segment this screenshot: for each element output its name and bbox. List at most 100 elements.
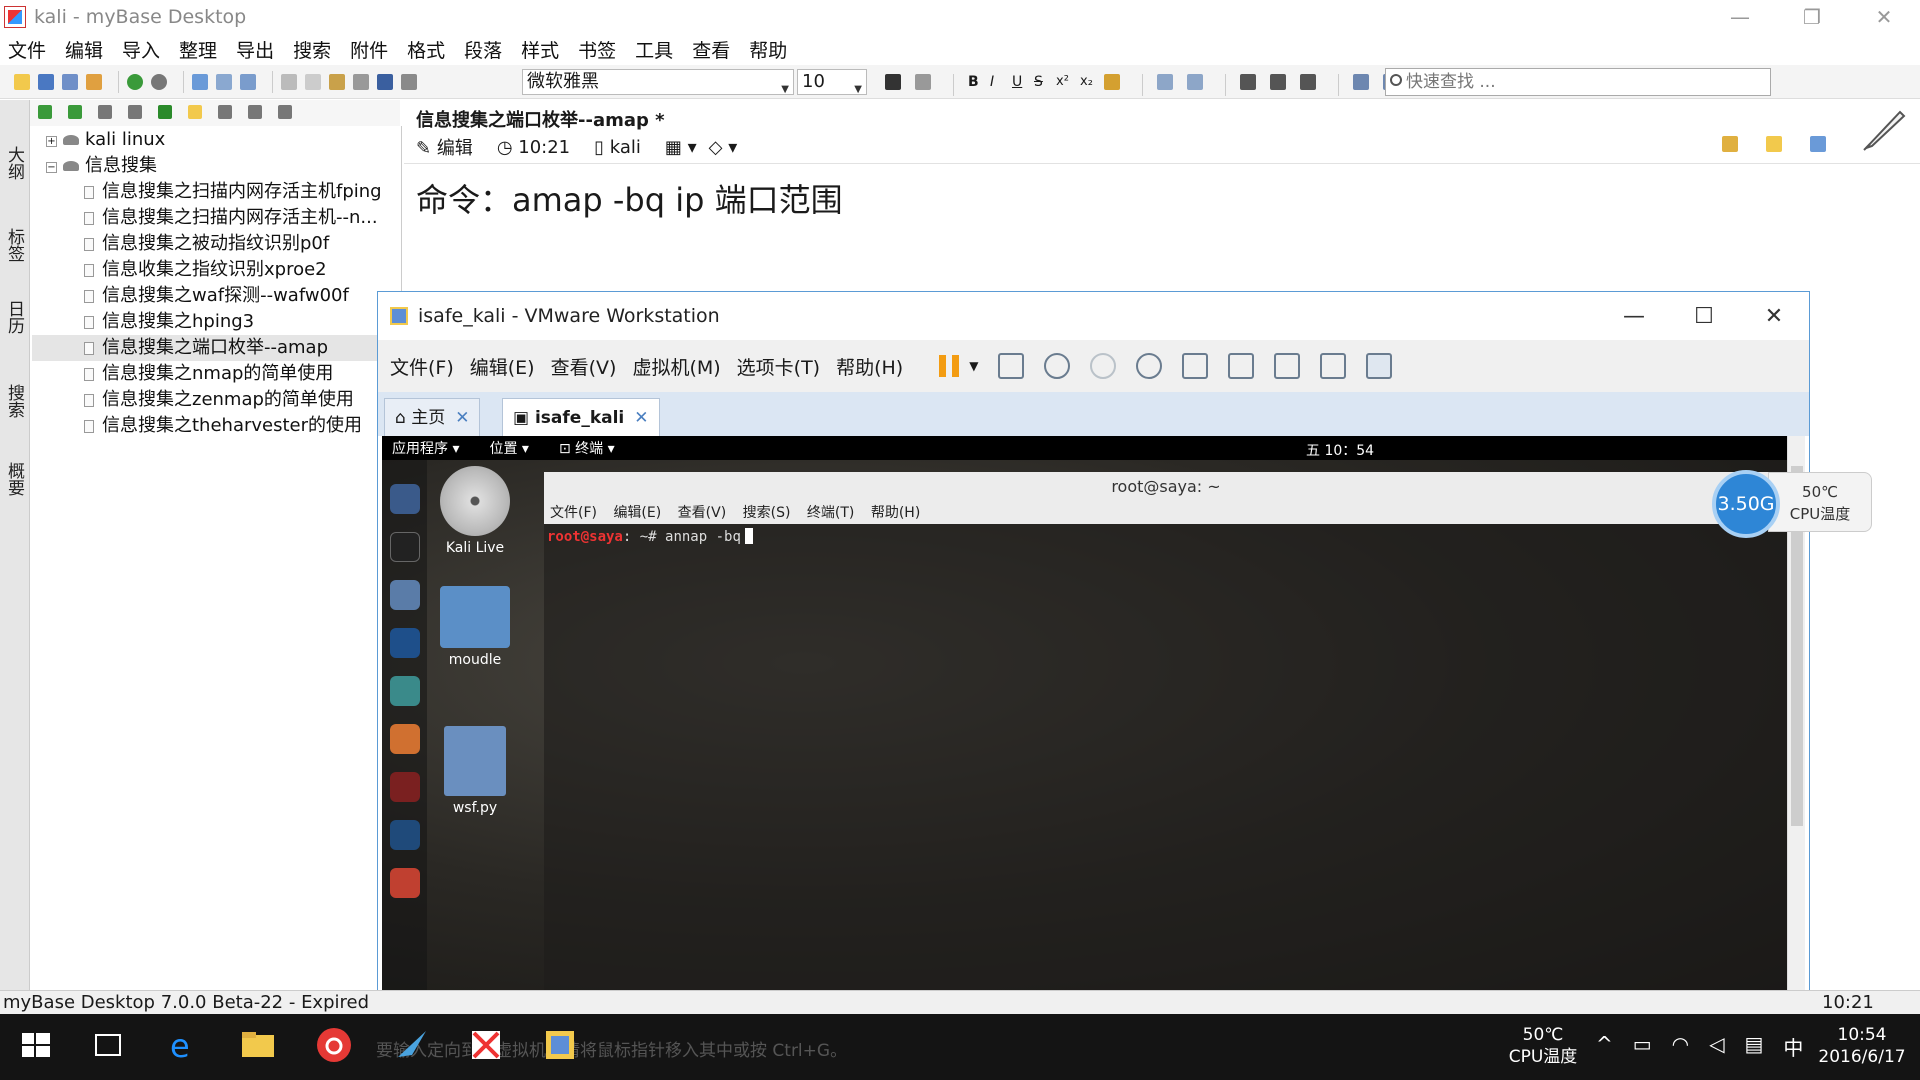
vm-menu-tabs[interactable]: 选项卡(T) xyxy=(737,353,820,380)
terminal-prompt-line[interactable]: root@saya: ~# annap -bq xyxy=(547,528,753,545)
edit-mode-button[interactable]: ✎ 编辑 xyxy=(416,134,485,160)
dock-app-icon[interactable] xyxy=(390,772,420,802)
notification-icon[interactable]: ▤ xyxy=(1745,1032,1764,1061)
undo-icon[interactable] xyxy=(377,73,393,90)
tree-tag-icon[interactable] xyxy=(248,105,262,119)
tree-item[interactable]: 信息搜集之被动指纹识别p0f xyxy=(84,231,329,257)
mybase-taskbar-icon[interactable] xyxy=(466,1025,506,1065)
guest-clock[interactable]: 五 10：54 xyxy=(1306,440,1374,460)
numbered-list-icon[interactable] xyxy=(1157,74,1173,90)
move-down-icon[interactable] xyxy=(128,105,142,119)
collapse-icon[interactable]: − xyxy=(46,162,57,173)
menu-tools[interactable]: 工具 xyxy=(635,36,673,63)
minimize-button[interactable]: — xyxy=(1704,0,1776,34)
expand-icon[interactable]: + xyxy=(46,136,57,147)
vm-menu-file[interactable]: 文件(F) xyxy=(390,353,454,380)
desktop-icon-wsf-py[interactable]: wsf.py xyxy=(430,726,520,816)
indent-icon[interactable] xyxy=(1353,74,1369,90)
dock-app-icon[interactable] xyxy=(390,820,420,850)
tray-cpu-temp[interactable]: 50℃ CPU温度 xyxy=(1498,1024,1588,1068)
maximize-button[interactable]: ❐ xyxy=(1776,0,1848,34)
fullscreen-icon[interactable] xyxy=(1274,353,1301,379)
wifi-icon[interactable]: ◠ xyxy=(1672,1032,1689,1061)
terminal-menu[interactable]: ⊡ 终端 ▾ xyxy=(559,438,615,458)
forward-icon[interactable] xyxy=(151,73,167,90)
bullet-list-icon[interactable] xyxy=(1187,74,1203,90)
copy-icon[interactable] xyxy=(305,73,321,90)
dock-burp-icon[interactable] xyxy=(390,724,420,754)
tree-node-root[interactable]: + kali linux xyxy=(46,127,165,153)
tree-link-icon[interactable] xyxy=(68,105,82,119)
terminal-window[interactable]: root@saya: ~ 文件(F) 编辑(E) 查看(V) 搜索(S) 终端(… xyxy=(544,472,1788,1004)
vm-menu-help[interactable]: 帮助(H) xyxy=(836,353,903,380)
clear-format-icon[interactable] xyxy=(1104,74,1120,90)
unity-icon[interactable] xyxy=(1320,353,1347,379)
chevron-down-icon[interactable]: ▼ xyxy=(969,359,978,373)
tab-isafe-kali[interactable]: ▣ isafe_kali ✕ xyxy=(502,398,660,436)
send-ctrl-alt-del-icon[interactable] xyxy=(998,353,1025,379)
term-menu-view[interactable]: 查看(V) xyxy=(678,505,727,521)
library-view-icon[interactable] xyxy=(1182,353,1209,379)
tree-item[interactable]: 信息搜集之waf探测--wafw00f xyxy=(84,283,349,309)
tree-filter-icon[interactable] xyxy=(218,105,232,119)
cut-icon[interactable] xyxy=(281,73,297,90)
netease-music-icon[interactable] xyxy=(314,1025,354,1065)
save-all-icon[interactable] xyxy=(62,73,78,90)
dock-terminal-icon[interactable] xyxy=(390,532,420,562)
revert-snapshot-icon[interactable] xyxy=(1090,353,1117,379)
edge-icon[interactable]: e xyxy=(164,1025,204,1065)
snapshot-manager-icon[interactable] xyxy=(1136,353,1163,379)
dock-app-icon[interactable] xyxy=(390,868,420,898)
input-language[interactable]: 中 xyxy=(1783,1032,1803,1061)
tab-tags[interactable]: 标签 xyxy=(3,228,27,262)
tray-clock[interactable]: 10:54 2016/6/17 xyxy=(1812,1024,1912,1068)
delete-icon[interactable] xyxy=(353,73,369,90)
tab-outline[interactable]: 大纲 xyxy=(3,146,27,180)
print-icon[interactable] xyxy=(86,73,102,90)
move-up-icon[interactable] xyxy=(98,105,112,119)
align-center-icon[interactable] xyxy=(1270,74,1286,90)
new-note-icon[interactable] xyxy=(14,73,30,90)
tree-item[interactable]: 信息搜集之扫描内网存活主机fping xyxy=(84,179,382,205)
pause-icon[interactable] xyxy=(939,355,960,377)
edit-note-icon[interactable] xyxy=(1722,136,1738,152)
tree-item[interactable]: 信息搜集之theharvester的使用 xyxy=(84,413,362,439)
menu-edit[interactable]: 编辑 xyxy=(65,36,103,63)
thumbnail-view-icon[interactable] xyxy=(1228,353,1255,379)
show-hidden-icons-icon[interactable]: ^ xyxy=(1596,1032,1613,1061)
back-icon[interactable] xyxy=(127,73,143,90)
tag-dropdown[interactable]: ◇ ▾ xyxy=(709,137,738,158)
menu-attachments[interactable]: 附件 xyxy=(350,36,388,63)
vm-menu-vm[interactable]: 虚拟机(M) xyxy=(632,353,720,380)
snapshot-icon[interactable] xyxy=(1044,353,1071,379)
quick-search-input[interactable]: 快速查找 ... xyxy=(1385,68,1771,96)
menu-paragraph[interactable]: 段落 xyxy=(464,36,502,63)
menu-export[interactable]: 导出 xyxy=(236,36,274,63)
highlight-icon[interactable] xyxy=(915,74,931,90)
table-icon[interactable] xyxy=(240,73,256,90)
dock-files-icon[interactable] xyxy=(390,580,420,610)
vmware-close-button[interactable]: ✕ xyxy=(1739,292,1809,340)
star-icon[interactable] xyxy=(188,105,202,119)
superscript-icon[interactable]: x² xyxy=(1056,74,1074,96)
paste-icon[interactable] xyxy=(329,73,345,90)
save-icon[interactable] xyxy=(38,73,54,90)
vm-menu-view[interactable]: 查看(V) xyxy=(551,353,617,380)
italic-icon[interactable]: I xyxy=(990,74,1006,96)
menu-view[interactable]: 查看 xyxy=(692,36,730,63)
desktop-icon-moudle[interactable]: moudle xyxy=(430,586,520,668)
tab-home[interactable]: ⌂ 主页 ✕ xyxy=(384,398,481,436)
task-view-icon[interactable] xyxy=(88,1025,128,1065)
tree-item[interactable]: 信息搜集之nmap的简单使用 xyxy=(84,361,333,387)
desktop-icon-kali-live[interactable]: Kali Live xyxy=(430,466,520,556)
guest-display[interactable]: 应用程序 ▾ 位置 ▾ ⊡ 终端 ▾ 五 10：54 Kali Live mou… xyxy=(382,436,1788,1004)
font-size-select[interactable]: 10 ▼ xyxy=(797,69,867,95)
cpu-monitor-widget[interactable]: 50℃ CPU温度 3.50G xyxy=(1712,470,1877,538)
term-menu-search[interactable]: 搜索(S) xyxy=(743,505,791,521)
dock-metasploit-icon[interactable] xyxy=(390,628,420,658)
tab-search[interactable]: 搜索 xyxy=(3,384,27,418)
menu-import[interactable]: 导入 xyxy=(122,36,160,63)
bold-icon[interactable]: B xyxy=(968,74,984,96)
console-view-icon[interactable] xyxy=(1366,353,1393,379)
calendar-dropdown[interactable]: ▦ ▾ xyxy=(665,137,697,158)
